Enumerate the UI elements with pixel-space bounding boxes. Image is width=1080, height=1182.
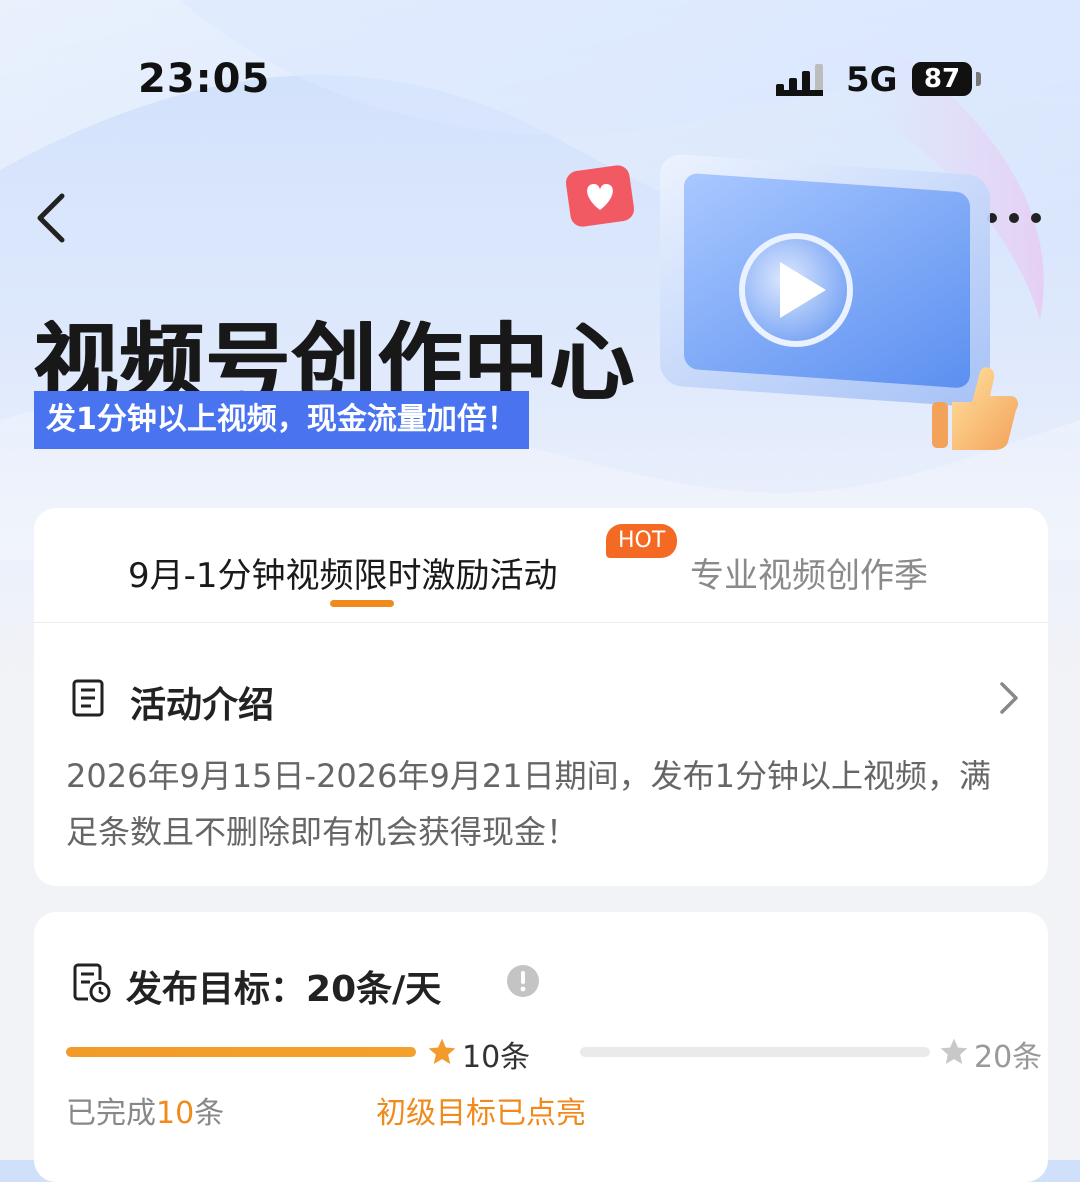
hero-subtitle-banner: 发1分钟以上视频，现金流量加倍！ [34,391,529,449]
publish-target-label: 发布目标： [126,969,307,1010]
completed-count: 已完成10条 [66,1088,224,1132]
battery-tip [976,72,981,86]
tab-pro-video-season[interactable]: 专业视频创作季 [690,548,928,597]
activity-intro-text: 2026年9月15日-2026年9月21日期间，发布1分钟以上视频，满足条数且不… [66,757,991,851]
activity-intro-header[interactable]: 活动介绍 [70,676,1020,726]
document-icon [72,679,104,717]
progress-track-right [580,1047,930,1057]
back-arrow-icon[interactable] [32,190,72,246]
target-calendar-icon [73,963,111,1003]
tab-minute-video-incentive[interactable]: 9月-1分钟视频限时激励活动 [128,548,558,597]
activity-tabs: 9月-1分钟视频限时激励活动 HOT 专业视频创作季 [34,508,1048,623]
star-icon [428,1038,456,1064]
heart-icon [565,165,635,227]
publish-target-goal: 20条/天 [306,969,442,1010]
battery-level: 87 [912,62,972,96]
target-progress: 10条 20条 [66,1032,1042,1075]
tab-active-indicator [330,600,394,607]
activity-intro-card: 9月-1分钟视频限时激励活动 HOT 专业视频创作季 活动介绍 2026年9月1… [34,508,1048,886]
completed-suffix: 条 [194,1096,225,1131]
publish-target-title: 发布目标：20条/天 [126,960,441,1012]
activity-intro-title: 活动介绍 [130,685,275,726]
hot-badge: HOT [606,524,678,558]
milestone-second-label: 20条 [974,1040,1043,1075]
star-icon [940,1038,968,1064]
info-icon[interactable] [506,964,540,998]
milestone-first-label: 10条 [462,1040,531,1075]
level-status: 初级目标已点亮 [376,1096,586,1131]
status-time: 23:05 [138,56,271,102]
signal-icon [776,64,823,96]
completed-prefix: 已完成 [66,1096,156,1131]
completed-number: 10 [156,1096,195,1131]
publish-target-card: 发布目标：20条/天 10条 20条 已完成10条 初级目标已点亮 [34,912,1048,1182]
network-type: 5G [846,60,898,100]
progress-fill [66,1047,416,1057]
status-bar: 23:05 5G 87 [0,0,1080,160]
chevron-right-icon [1000,682,1018,714]
